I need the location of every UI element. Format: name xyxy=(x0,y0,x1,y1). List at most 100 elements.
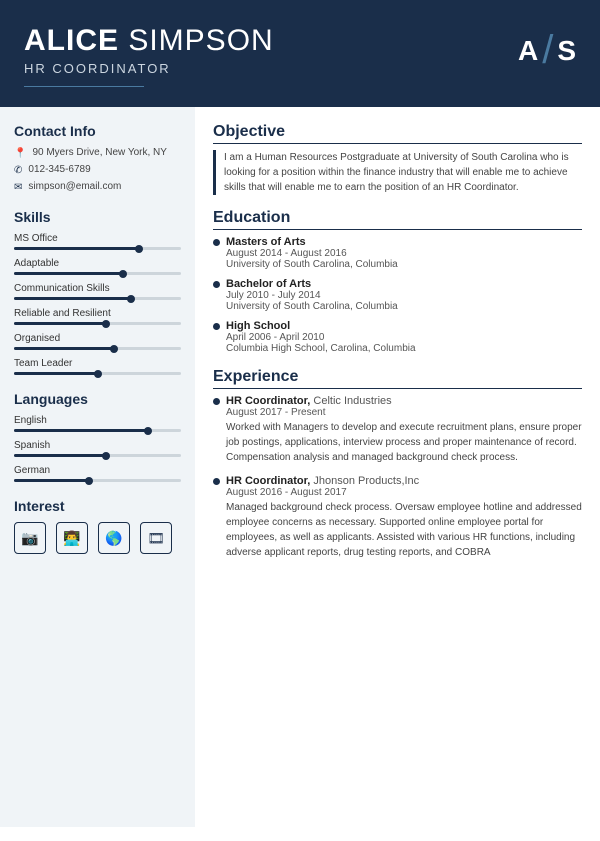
edu-school: University of South Carolina, Columbia xyxy=(226,259,398,270)
skill-bar-dot xyxy=(135,245,143,253)
language-bar-bg xyxy=(14,479,181,482)
exp-dot xyxy=(213,398,220,405)
skill-bar-fill xyxy=(14,372,98,375)
experience-title: Experience xyxy=(213,368,582,389)
skill-bar-fill xyxy=(14,247,139,250)
education-item: Masters of Arts August 2014 - August 201… xyxy=(213,236,582,270)
objective-text: I am a Human Resources Postgraduate at U… xyxy=(213,150,582,195)
language-bar-bg xyxy=(14,454,181,457)
resume-body: Contact Info 📍 90 Myers Drive, New York,… xyxy=(0,107,600,827)
skill-bar-bg xyxy=(14,372,181,375)
language-bar-fill xyxy=(14,454,106,457)
skill-label: Reliable and Resilient xyxy=(14,308,181,319)
objective-section: Objective I am a Human Resources Postgra… xyxy=(213,123,582,195)
skill-bar-dot xyxy=(94,370,102,378)
edu-school: Columbia High School, Carolina, Columbia xyxy=(226,343,416,354)
skill-label: Team Leader xyxy=(14,358,181,369)
skills-list: MS Office Adaptable Communication Skills… xyxy=(14,233,181,375)
interest-icons: 📷 👨‍💻 🌎 🎞 xyxy=(14,522,181,554)
exp-dot xyxy=(213,478,220,485)
language-bar-dot xyxy=(102,452,110,460)
camera-icon: 📷 xyxy=(14,522,46,554)
globe-icon: 🌎 xyxy=(98,522,130,554)
skill-bar-bg xyxy=(14,322,181,325)
exp-description: Managed background check process. Oversa… xyxy=(226,500,582,560)
exp-company: Celtic Industries xyxy=(313,395,391,407)
language-bar-bg xyxy=(14,429,181,432)
edu-dates: July 2010 - July 2014 xyxy=(226,290,398,301)
language-bar-fill xyxy=(14,479,89,482)
edu-content: Bachelor of Arts July 2010 - July 2014 U… xyxy=(226,278,398,312)
skill-label: Communication Skills xyxy=(14,283,181,294)
education-list: Masters of Arts August 2014 - August 201… xyxy=(213,236,582,354)
email-item: ✉ simpson@email.com xyxy=(14,181,181,193)
phone-text: 012-345-6789 xyxy=(28,164,90,175)
header-monogram: A / S xyxy=(518,28,576,73)
exp-dates: August 2017 - Present xyxy=(226,407,582,418)
address-item: 📍 90 Myers Drive, New York, NY xyxy=(14,147,181,159)
skill-bar-bg xyxy=(14,347,181,350)
email-icon: ✉ xyxy=(14,182,22,193)
monogram-s: S xyxy=(557,35,576,67)
skill-bar-dot xyxy=(127,295,135,303)
skill-item: Organised xyxy=(14,333,181,350)
skill-bar-dot xyxy=(110,345,118,353)
language-bar-dot xyxy=(85,477,93,485)
education-item: High School April 2006 - April 2010 Colu… xyxy=(213,320,582,354)
skill-label: Organised xyxy=(14,333,181,344)
edu-dot xyxy=(213,323,220,330)
edu-degree: Masters of Arts xyxy=(226,236,398,248)
monogram-slash: / xyxy=(542,28,553,73)
language-label: Spanish xyxy=(14,440,181,451)
left-column: Contact Info 📍 90 Myers Drive, New York,… xyxy=(0,107,195,827)
language-label: German xyxy=(14,465,181,476)
language-label: English xyxy=(14,415,181,426)
edu-dates: April 2006 - April 2010 xyxy=(226,332,416,343)
resume-header: ALICE SIMPSON HR COORDINATOR A / S xyxy=(0,0,600,107)
contact-section: Contact Info 📍 90 Myers Drive, New York,… xyxy=(14,123,181,193)
languages-title: Languages xyxy=(14,391,181,407)
exp-description: Worked with Managers to develop and exec… xyxy=(226,420,582,465)
interest-section: Interest 📷 👨‍💻 🌎 🎞 xyxy=(14,498,181,554)
language-bar-fill xyxy=(14,429,148,432)
language-item: English xyxy=(14,415,181,432)
skill-bar-bg xyxy=(14,272,181,275)
education-title: Education xyxy=(213,209,582,230)
skill-item: MS Office xyxy=(14,233,181,250)
edu-dates: August 2014 - August 2016 xyxy=(226,248,398,259)
skill-bar-bg xyxy=(14,247,181,250)
skill-bar-bg xyxy=(14,297,181,300)
exp-content: HR Coordinator, Jhonson Products,Inc Aug… xyxy=(226,475,582,560)
monitor-person-icon: 👨‍💻 xyxy=(56,522,88,554)
skills-title: Skills xyxy=(14,209,181,225)
edu-school: University of South Carolina, Columbia xyxy=(226,301,398,312)
exp-company: Jhonson Products,Inc xyxy=(313,475,419,487)
interest-title: Interest xyxy=(14,498,181,514)
exp-dates: August 2016 - August 2017 xyxy=(226,487,582,498)
edu-content: High School April 2006 - April 2010 Colu… xyxy=(226,320,416,354)
job-title: HR COORDINATOR xyxy=(24,61,274,76)
skill-item: Reliable and Resilient xyxy=(14,308,181,325)
header-divider xyxy=(24,86,144,87)
header-name: ALICE SIMPSON xyxy=(24,24,274,57)
skill-bar-fill xyxy=(14,297,131,300)
edu-degree: Bachelor of Arts xyxy=(226,278,398,290)
exp-title: HR Coordinator, Celtic Industries xyxy=(226,395,582,407)
languages-section: Languages English Spanish German xyxy=(14,391,181,482)
experience-list: HR Coordinator, Celtic Industries August… xyxy=(213,395,582,560)
monogram-a: A xyxy=(518,35,538,67)
skills-section: Skills MS Office Adaptable Communication… xyxy=(14,209,181,375)
phone-icon: ✆ xyxy=(14,165,22,176)
experience-section: Experience HR Coordinator, Celtic Indust… xyxy=(213,368,582,560)
edu-degree: High School xyxy=(226,320,416,332)
education-item: Bachelor of Arts July 2010 - July 2014 U… xyxy=(213,278,582,312)
edu-dot xyxy=(213,239,220,246)
skill-item: Team Leader xyxy=(14,358,181,375)
skill-item: Adaptable xyxy=(14,258,181,275)
language-bar-dot xyxy=(144,427,152,435)
education-section: Education Masters of Arts August 2014 - … xyxy=(213,209,582,354)
skill-bar-dot xyxy=(119,270,127,278)
phone-item: ✆ 012-345-6789 xyxy=(14,164,181,176)
email-text: simpson@email.com xyxy=(28,181,121,192)
skill-bar-dot xyxy=(102,320,110,328)
